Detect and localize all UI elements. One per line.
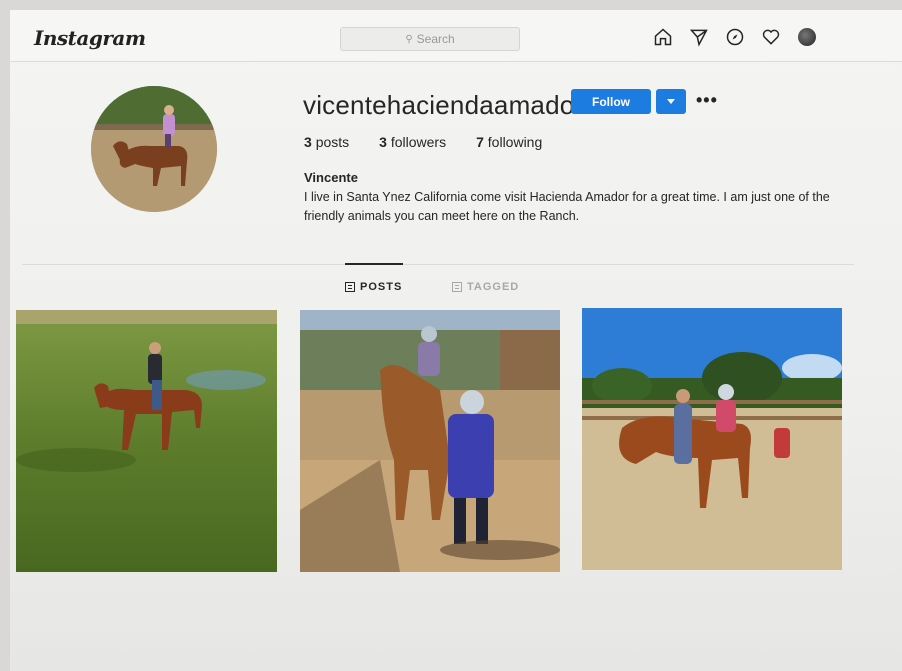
follow-button[interactable]: Follow	[571, 89, 651, 114]
tab-posts[interactable]: POSTS	[345, 281, 402, 293]
tagged-icon	[452, 282, 462, 292]
profile-avatar-icon[interactable]	[796, 26, 818, 48]
post-thumbnail-2[interactable]	[300, 310, 560, 572]
profile-picture[interactable]	[91, 86, 217, 212]
instagram-logo[interactable]: Instagram	[34, 26, 146, 50]
active-tab-indicator	[345, 263, 403, 265]
following-stat[interactable]: 7 following	[476, 134, 542, 150]
direct-icon[interactable]	[688, 26, 710, 48]
followers-stat[interactable]: 3 followers	[379, 134, 446, 150]
tabs-divider	[22, 264, 854, 265]
top-navigation-bar: Instagram ⚲ Search	[10, 10, 902, 62]
profile-username: vicentehaciendaamador	[303, 90, 584, 120]
tab-tagged[interactable]: TAGGED	[452, 281, 519, 293]
post-thumbnail-3[interactable]	[582, 308, 842, 570]
activity-heart-icon[interactable]	[760, 26, 782, 48]
grid-icon	[345, 282, 355, 292]
search-icon: ⚲	[405, 33, 413, 45]
search-input[interactable]: ⚲ Search	[340, 27, 520, 51]
post-thumbnail-1[interactable]	[16, 310, 277, 572]
profile-stats: 3 posts 3 followers 7 following	[304, 134, 542, 150]
home-icon[interactable]	[652, 26, 674, 48]
profile-full-name: Vincente	[304, 170, 358, 185]
profile-bio: I live in Santa Ynez California come vis…	[304, 190, 830, 223]
search-placeholder: Search	[416, 32, 455, 46]
posts-stat: 3 posts	[304, 134, 350, 150]
chevron-down-icon	[667, 99, 675, 104]
explore-icon[interactable]	[724, 26, 746, 48]
more-options-button[interactable]: •••	[696, 90, 718, 111]
nav-icons	[652, 26, 818, 48]
suggested-accounts-dropdown-button[interactable]	[656, 89, 686, 114]
browser-screen: Instagram ⚲ Search vicentehaciendaamador…	[10, 10, 902, 671]
